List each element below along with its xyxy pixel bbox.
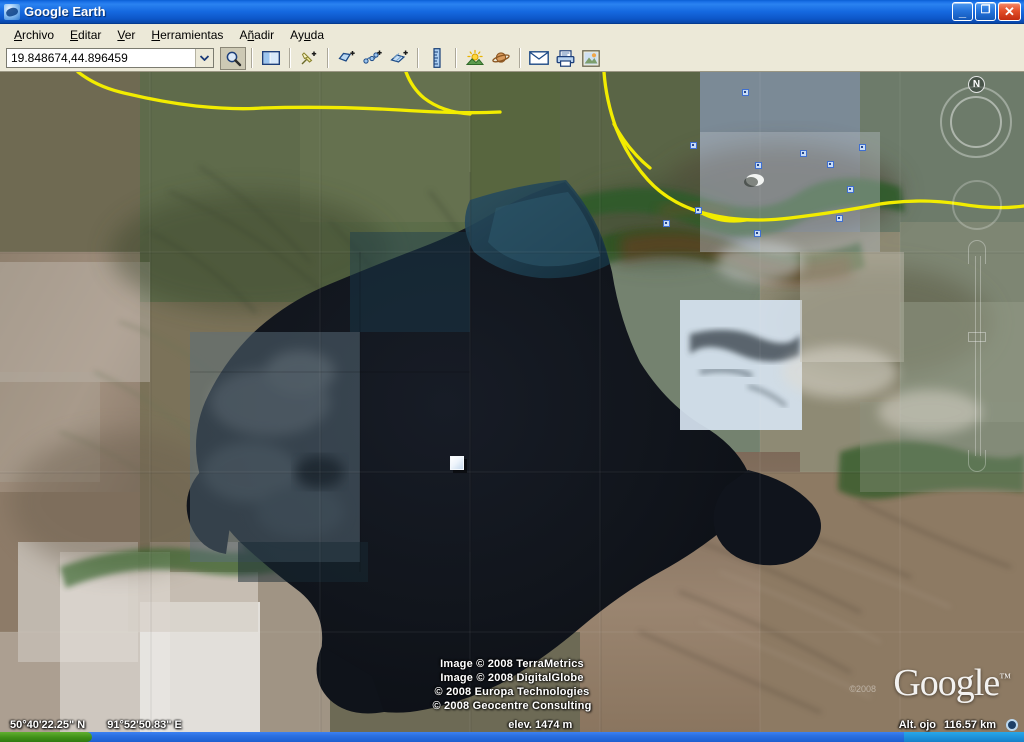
search-input[interactable]: 19.848674,44.896459 [6, 48, 214, 68]
minimize-icon: _ [958, 4, 967, 19]
printer-icon [556, 49, 574, 67]
menu-archivo[interactable]: Archivo [6, 26, 62, 44]
google-earth-icon [4, 3, 20, 20]
minimize-button[interactable]: _ [952, 2, 973, 21]
window-controls: _ ❐ ✕ [952, 2, 1021, 21]
system-tray[interactable] [904, 732, 1024, 742]
add-placemark-button[interactable] [296, 47, 322, 70]
menu-bar: Archivo Editar Ver Herramientas Añadir A… [0, 24, 1024, 45]
title-bar: Google Earth _ ❐ ✕ [0, 0, 1024, 24]
add-path-button[interactable] [360, 47, 386, 70]
search-input-value: 19.848674,44.896459 [11, 51, 128, 65]
windows-taskbar [0, 732, 1024, 742]
ruler-icon [433, 48, 441, 68]
sun-icon [465, 49, 485, 65]
planets-button[interactable] [488, 47, 514, 70]
save-image-icon [582, 49, 600, 67]
chevron-down-icon[interactable] [195, 49, 213, 67]
taskbar-items[interactable] [92, 732, 904, 742]
ruler-button[interactable] [424, 47, 450, 70]
restore-button[interactable]: ❐ [975, 2, 996, 21]
window-title: Google Earth [24, 4, 106, 19]
search-button[interactable] [220, 46, 246, 70]
email-button[interactable] [526, 47, 552, 70]
map-viewport[interactable]: N Image © 2008 TerraMetrics Image © 2008… [0, 72, 1024, 732]
menu-ver[interactable]: Ver [109, 26, 143, 44]
sidebar-icon [262, 51, 280, 65]
print-button[interactable] [552, 47, 578, 70]
menu-herramientas[interactable]: Herramientas [143, 26, 231, 44]
menu-ayuda[interactable]: Ayuda [282, 26, 332, 44]
close-icon: ✕ [1004, 4, 1015, 19]
close-button[interactable]: ✕ [998, 2, 1021, 21]
add-polygon-button[interactable] [334, 47, 360, 70]
envelope-icon [529, 51, 549, 65]
magnifier-icon [226, 51, 241, 66]
overlay-plus-icon [390, 50, 408, 63]
menu-editar[interactable]: Editar [62, 26, 109, 44]
start-button[interactable] [0, 732, 92, 742]
pushpin-plus-icon [301, 51, 317, 65]
save-image-button[interactable] [578, 47, 604, 70]
sidebar-toggle-button[interactable] [258, 47, 284, 70]
google-earth-window: Google Earth _ ❐ ✕ Archivo Editar Ver He… [0, 0, 1024, 742]
add-overlay-button[interactable] [386, 47, 412, 70]
polygon-plus-icon [338, 51, 355, 62]
satellite-imagery [0, 72, 1024, 732]
path-plus-icon [363, 50, 382, 64]
menu-anadir[interactable]: Añadir [231, 26, 282, 44]
restore-icon: ❐ [980, 4, 991, 16]
planet-icon [492, 52, 510, 63]
sunlight-button[interactable] [462, 47, 488, 70]
toolbar: 19.848674,44.896459 [0, 45, 1024, 72]
